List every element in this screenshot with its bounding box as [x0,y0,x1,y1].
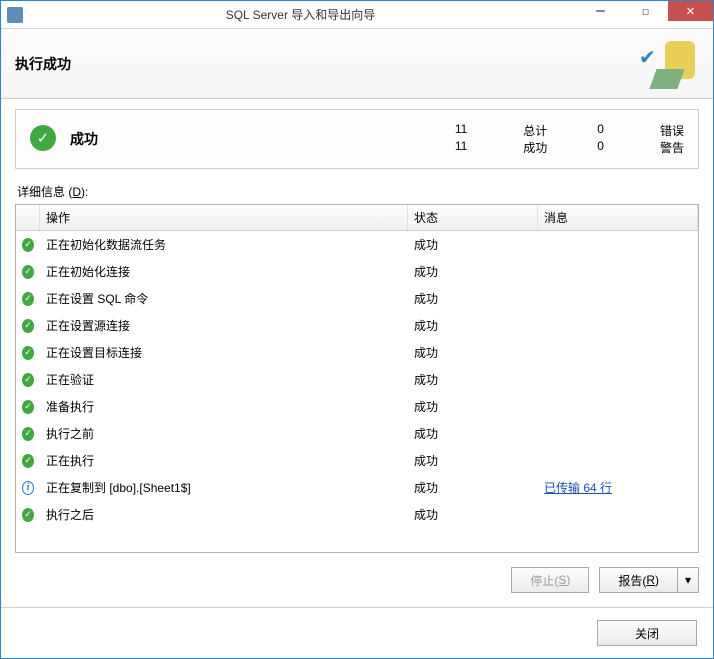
success-icon [16,236,40,254]
page-title: 执行成功 [15,54,639,74]
window-title: SQL Server 导入和导出向导 [23,6,578,23]
success-icon [16,398,40,416]
table-row[interactable]: 准备执行成功 [16,393,698,420]
action-cell: 准备执行 [40,396,408,417]
status-cell: 成功 [408,261,538,282]
success-icon [16,344,40,362]
warn-label: 警告 [660,139,684,156]
action-cell: 正在执行 [40,450,408,471]
report-button[interactable]: 报告(R) [599,567,677,593]
success-icon [16,506,40,524]
grid-body[interactable]: 正在初始化数据流任务成功正在初始化连接成功正在设置 SQL 命令成功正在设置源连… [16,231,698,552]
info-icon [16,479,40,497]
action-cell: 正在设置 SQL 命令 [40,288,408,309]
action-buttons: 停止(S) 报告(R) ▾ [15,567,699,593]
grid-header: 操作 状态 消息 [16,205,698,231]
status-cell: 成功 [408,396,538,417]
status-cell: 成功 [408,423,538,444]
table-row[interactable]: 正在设置源连接成功 [16,312,698,339]
status-cell: 成功 [408,288,538,309]
success-icon [16,290,40,308]
message-cell [538,351,698,355]
message-cell [538,297,698,301]
content-area: 成功 11 总计 0 错误 11 成功 0 警告 详细信息 (D): 操作 状态… [1,99,713,607]
table-row[interactable]: 正在初始化数据流任务成功 [16,231,698,258]
success-icon [16,371,40,389]
status-cell: 成功 [408,315,538,336]
table-row[interactable]: 执行之前成功 [16,420,698,447]
success-count: 11 [455,139,473,156]
close-button[interactable]: 关闭 [597,620,697,646]
header-illustration: ✔ [639,39,699,89]
action-cell: 执行之前 [40,423,408,444]
message-cell [538,459,698,463]
table-row[interactable]: 执行之后成功 [16,501,698,528]
action-cell: 正在初始化连接 [40,261,408,282]
success-icon [16,452,40,470]
total-label: 总计 [523,122,547,139]
error-count: 0 [597,122,610,139]
message-cell [538,378,698,382]
error-label: 错误 [660,122,684,139]
summary-stats: 11 总计 0 错误 11 成功 0 警告 [98,122,684,156]
titlebar[interactable]: SQL Server 导入和导出向导 — ☐ ✕ [1,1,713,29]
action-cell: 执行之后 [40,504,408,525]
message-cell [538,243,698,247]
app-icon [7,7,23,23]
column-icon[interactable] [16,205,40,230]
report-dropdown-button[interactable]: ▾ [677,567,699,593]
footer: 关闭 [1,607,713,658]
message-cell [538,324,698,328]
action-cell: 正在复制到 [dbo].[Sheet1$] [40,477,408,498]
details-grid: 操作 状态 消息 正在初始化数据流任务成功正在初始化连接成功正在设置 SQL 命… [15,204,699,553]
minimize-button[interactable]: — [578,1,623,21]
message-link[interactable]: 已传输 64 行 [544,481,612,495]
success-icon [16,317,40,335]
table-row[interactable]: 正在设置目标连接成功 [16,339,698,366]
table-row[interactable]: 正在初始化连接成功 [16,258,698,285]
status-cell: 成功 [408,234,538,255]
stop-button: 停止(S) [511,567,589,593]
details-label: 详细信息 (D): [17,183,699,200]
total-count: 11 [455,122,473,139]
status-cell: 成功 [408,477,538,498]
report-split-button: 报告(R) ▾ [599,567,699,593]
status-cell: 成功 [408,342,538,363]
table-row[interactable]: 正在设置 SQL 命令成功 [16,285,698,312]
message-cell: 已传输 64 行 [538,477,698,498]
success-icon [30,125,58,153]
ok-label: 成功 [523,139,547,156]
column-message[interactable]: 消息 [538,205,698,230]
action-cell: 正在验证 [40,369,408,390]
summary-success-label: 成功 [70,129,98,149]
maximize-button[interactable]: ☐ [623,1,668,21]
close-window-button[interactable]: ✕ [668,1,713,21]
success-icon [16,425,40,443]
message-cell [538,432,698,436]
message-cell [538,270,698,274]
message-cell [538,513,698,517]
column-status[interactable]: 状态 [408,205,538,230]
wizard-window: SQL Server 导入和导出向导 — ☐ ✕ 执行成功 ✔ 成功 11 总计… [0,0,714,659]
action-cell: 正在设置源连接 [40,315,408,336]
page-header: 执行成功 ✔ [1,29,713,99]
table-row[interactable]: 正在复制到 [dbo].[Sheet1$]成功已传输 64 行 [16,474,698,501]
table-row[interactable]: 正在执行成功 [16,447,698,474]
warn-count: 0 [597,139,610,156]
success-icon [16,263,40,281]
message-cell [538,405,698,409]
status-cell: 成功 [408,450,538,471]
chevron-down-icon: ▾ [685,573,691,587]
action-cell: 正在设置目标连接 [40,342,408,363]
status-cell: 成功 [408,369,538,390]
column-action[interactable]: 操作 [40,205,408,230]
window-controls: — ☐ ✕ [578,1,713,28]
action-cell: 正在初始化数据流任务 [40,234,408,255]
table-row[interactable]: 正在验证成功 [16,366,698,393]
summary-panel: 成功 11 总计 0 错误 11 成功 0 警告 [15,109,699,169]
status-cell: 成功 [408,504,538,525]
